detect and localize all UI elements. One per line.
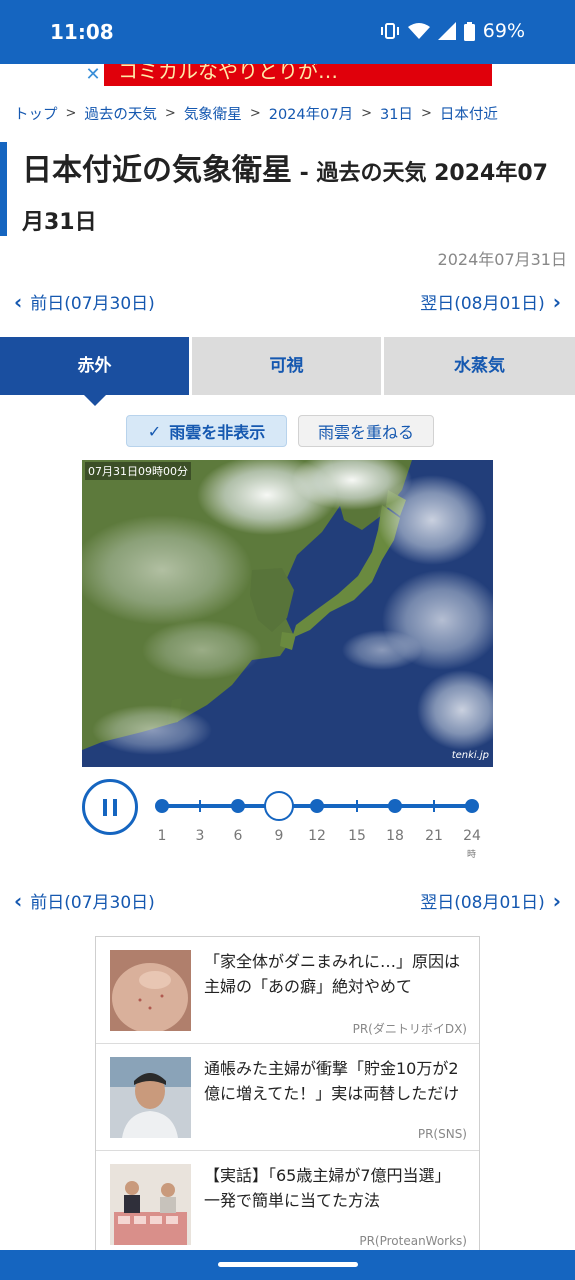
slider-hour-label: 6 — [233, 828, 243, 844]
slider-dot[interactable] — [155, 799, 169, 813]
chevron-right-icon: › — [552, 289, 561, 314]
slider-hour-label: 3 — [195, 828, 205, 844]
breadcrumb-separator: > — [65, 106, 77, 121]
chevron-left-icon: ‹ — [14, 289, 23, 314]
slider-hour-label: 9 — [274, 828, 284, 844]
slider-tick — [433, 800, 435, 812]
ad-title: 「家全体がダニまみれに…」原因は主婦の「あの癖」絶対やめて — [204, 952, 461, 996]
prev-day-label: 前日(07月30日) — [30, 893, 155, 913]
slider-hour-label: 18 — [386, 828, 404, 844]
breadcrumb-separator: > — [361, 106, 372, 121]
ad-source: PR(ダニトリボイDX) — [352, 1022, 467, 1036]
time-slider[interactable]: 1 3 6 9 12 15 18 21 24 時 — [145, 790, 485, 860]
satellite-image: 07月31日09時00分 tenki.jp — [82, 460, 493, 767]
breadcrumb-current[interactable]: 日本付近 — [440, 103, 498, 124]
breadcrumb-satellite[interactable]: 気象衛星 — [184, 103, 242, 124]
tab-water-vapor[interactable]: 水蒸気 — [384, 337, 575, 395]
battery-percent: 69% — [482, 20, 525, 42]
breadcrumb-top[interactable]: トップ — [14, 103, 58, 124]
title-accent-bar — [0, 142, 7, 236]
breadcrumb-month[interactable]: 2024年07月 — [269, 103, 353, 124]
ad-source: PR(SNS) — [417, 1127, 467, 1141]
breadcrumb-separator: > — [249, 106, 261, 121]
slider-dot[interactable] — [231, 799, 245, 813]
breadcrumb-separator: > — [420, 106, 432, 121]
check-icon: ✓ — [147, 421, 162, 441]
status-icons: 69% — [380, 20, 525, 42]
next-day-label: 翌日(08月01日) — [420, 294, 545, 314]
next-day-link-bottom[interactable]: 翌日(08月01日) › — [420, 888, 561, 914]
satellite-map — [82, 460, 493, 767]
pause-button[interactable] — [82, 779, 138, 835]
slider-tick — [356, 800, 358, 812]
ad-title: 通帳みた主婦が衝撃「貯金10万が2億に増えてた！」実は両替しただけ — [204, 1059, 460, 1103]
satellite-timestamp: 07月31日09時00分 — [85, 462, 191, 480]
sponsored-item[interactable]: 通帳みた主婦が衝撃「貯金10万が2億に増えてた！」実は両替しただけ PR(SNS… — [96, 1044, 479, 1151]
breadcrumb: トップ > 過去の天気 > 気象衛星 > 2024年07月 > 31日 > 日本… — [14, 103, 498, 124]
overlay-rain-cloud-label: 雨雲を重ねる — [317, 423, 414, 442]
status-bar: 11:08 69% — [0, 0, 575, 64]
home-handle[interactable] — [218, 1262, 358, 1267]
slider-tick — [199, 800, 201, 812]
slider-unit-label: 時 — [467, 850, 477, 860]
chevron-right-icon: › — [552, 888, 561, 913]
prev-day-label: 前日(07月30日) — [30, 294, 155, 314]
status-time: 11:08 — [50, 20, 114, 44]
ad-source: PR(ProteanWorks) — [359, 1234, 467, 1248]
page-title-main: 日本付近の気象衛星 — [22, 153, 292, 188]
day-nav-top: ‹ 前日(07月30日) 翌日(08月01日) › — [0, 289, 575, 315]
ad-title: 【実話】「65歳主婦が7億円当選」一発で簡単に当てた方法 — [204, 1166, 451, 1210]
signal-icon — [437, 22, 456, 40]
breadcrumb-past-weather[interactable]: 過去の天気 — [84, 103, 157, 124]
hide-rain-cloud-button[interactable]: ✓ 雨雲を非表示 — [126, 415, 287, 447]
system-nav-bar — [0, 1250, 575, 1280]
page-title: 日本付近の気象衛星 - 過去の天気 2024年07月31日 — [22, 147, 567, 245]
next-day-link[interactable]: 翌日(08月01日) › — [420, 289, 561, 315]
day-nav-bottom: ‹ 前日(07月30日) 翌日(08月01日) › — [0, 888, 575, 914]
ad-banner-text[interactable]: コミカルなやりとりが… — [118, 64, 338, 84]
slider-dot[interactable] — [388, 799, 402, 813]
ad-thumbnail — [110, 950, 191, 1031]
slider-hour-label: 1 — [157, 828, 167, 844]
hide-rain-cloud-label: 雨雲を非表示 — [169, 423, 266, 442]
tab-infrared[interactable]: 赤外 — [0, 337, 189, 395]
overlay-rain-cloud-button[interactable]: 雨雲を重ねる — [298, 415, 434, 447]
active-tab-pointer — [84, 395, 106, 406]
chevron-left-icon: ‹ — [14, 888, 23, 913]
page-title-block: 日本付近の気象衛星 - 過去の天気 2024年07月31日 — [0, 142, 575, 236]
ad-thumbnail — [110, 1164, 191, 1245]
breadcrumb-separator: > — [164, 106, 176, 121]
breadcrumb-day[interactable]: 31日 — [380, 103, 413, 124]
wifi-icon — [407, 22, 430, 40]
slider-hour-label: 24 — [463, 828, 481, 844]
ad-thumbnail — [110, 1057, 191, 1138]
slider-hour-label: 21 — [425, 828, 443, 844]
vibrate-icon — [380, 22, 400, 40]
image-type-tabs: 赤外 可視 水蒸気 — [0, 337, 575, 406]
slider-hour-label: 12 — [308, 828, 326, 844]
slider-dot[interactable] — [310, 799, 324, 813]
ad-close-icon[interactable]: ✕ — [82, 64, 104, 86]
slider-thumb[interactable] — [264, 791, 294, 821]
sponsored-list: 「家全体がダニまみれに…」原因は主婦の「あの癖」絶対やめて PR(ダニトリボイD… — [95, 936, 480, 1256]
prev-day-link[interactable]: ‹ 前日(07月30日) — [14, 289, 155, 315]
prev-day-link-bottom[interactable]: ‹ 前日(07月30日) — [14, 888, 155, 914]
sponsored-item[interactable]: 【実話】「65歳主婦が7億円当選」一発で簡単に当てた方法 PR(ProteanW… — [96, 1151, 479, 1255]
slider-dot[interactable] — [465, 799, 479, 813]
tab-visible[interactable]: 可視 — [192, 337, 381, 395]
tenki-logo: tenki.jp — [451, 750, 489, 761]
ad-banner[interactable]: ✕ コミカルなやりとりが… — [82, 64, 492, 86]
sponsored-item[interactable]: 「家全体がダニまみれに…」原因は主婦の「あの癖」絶対やめて PR(ダニトリボイD… — [96, 937, 479, 1044]
battery-icon — [463, 21, 475, 41]
page-date: 2024年07月31日 — [437, 250, 567, 269]
next-day-label: 翌日(08月01日) — [420, 893, 545, 913]
slider-hour-label: 15 — [348, 828, 366, 844]
